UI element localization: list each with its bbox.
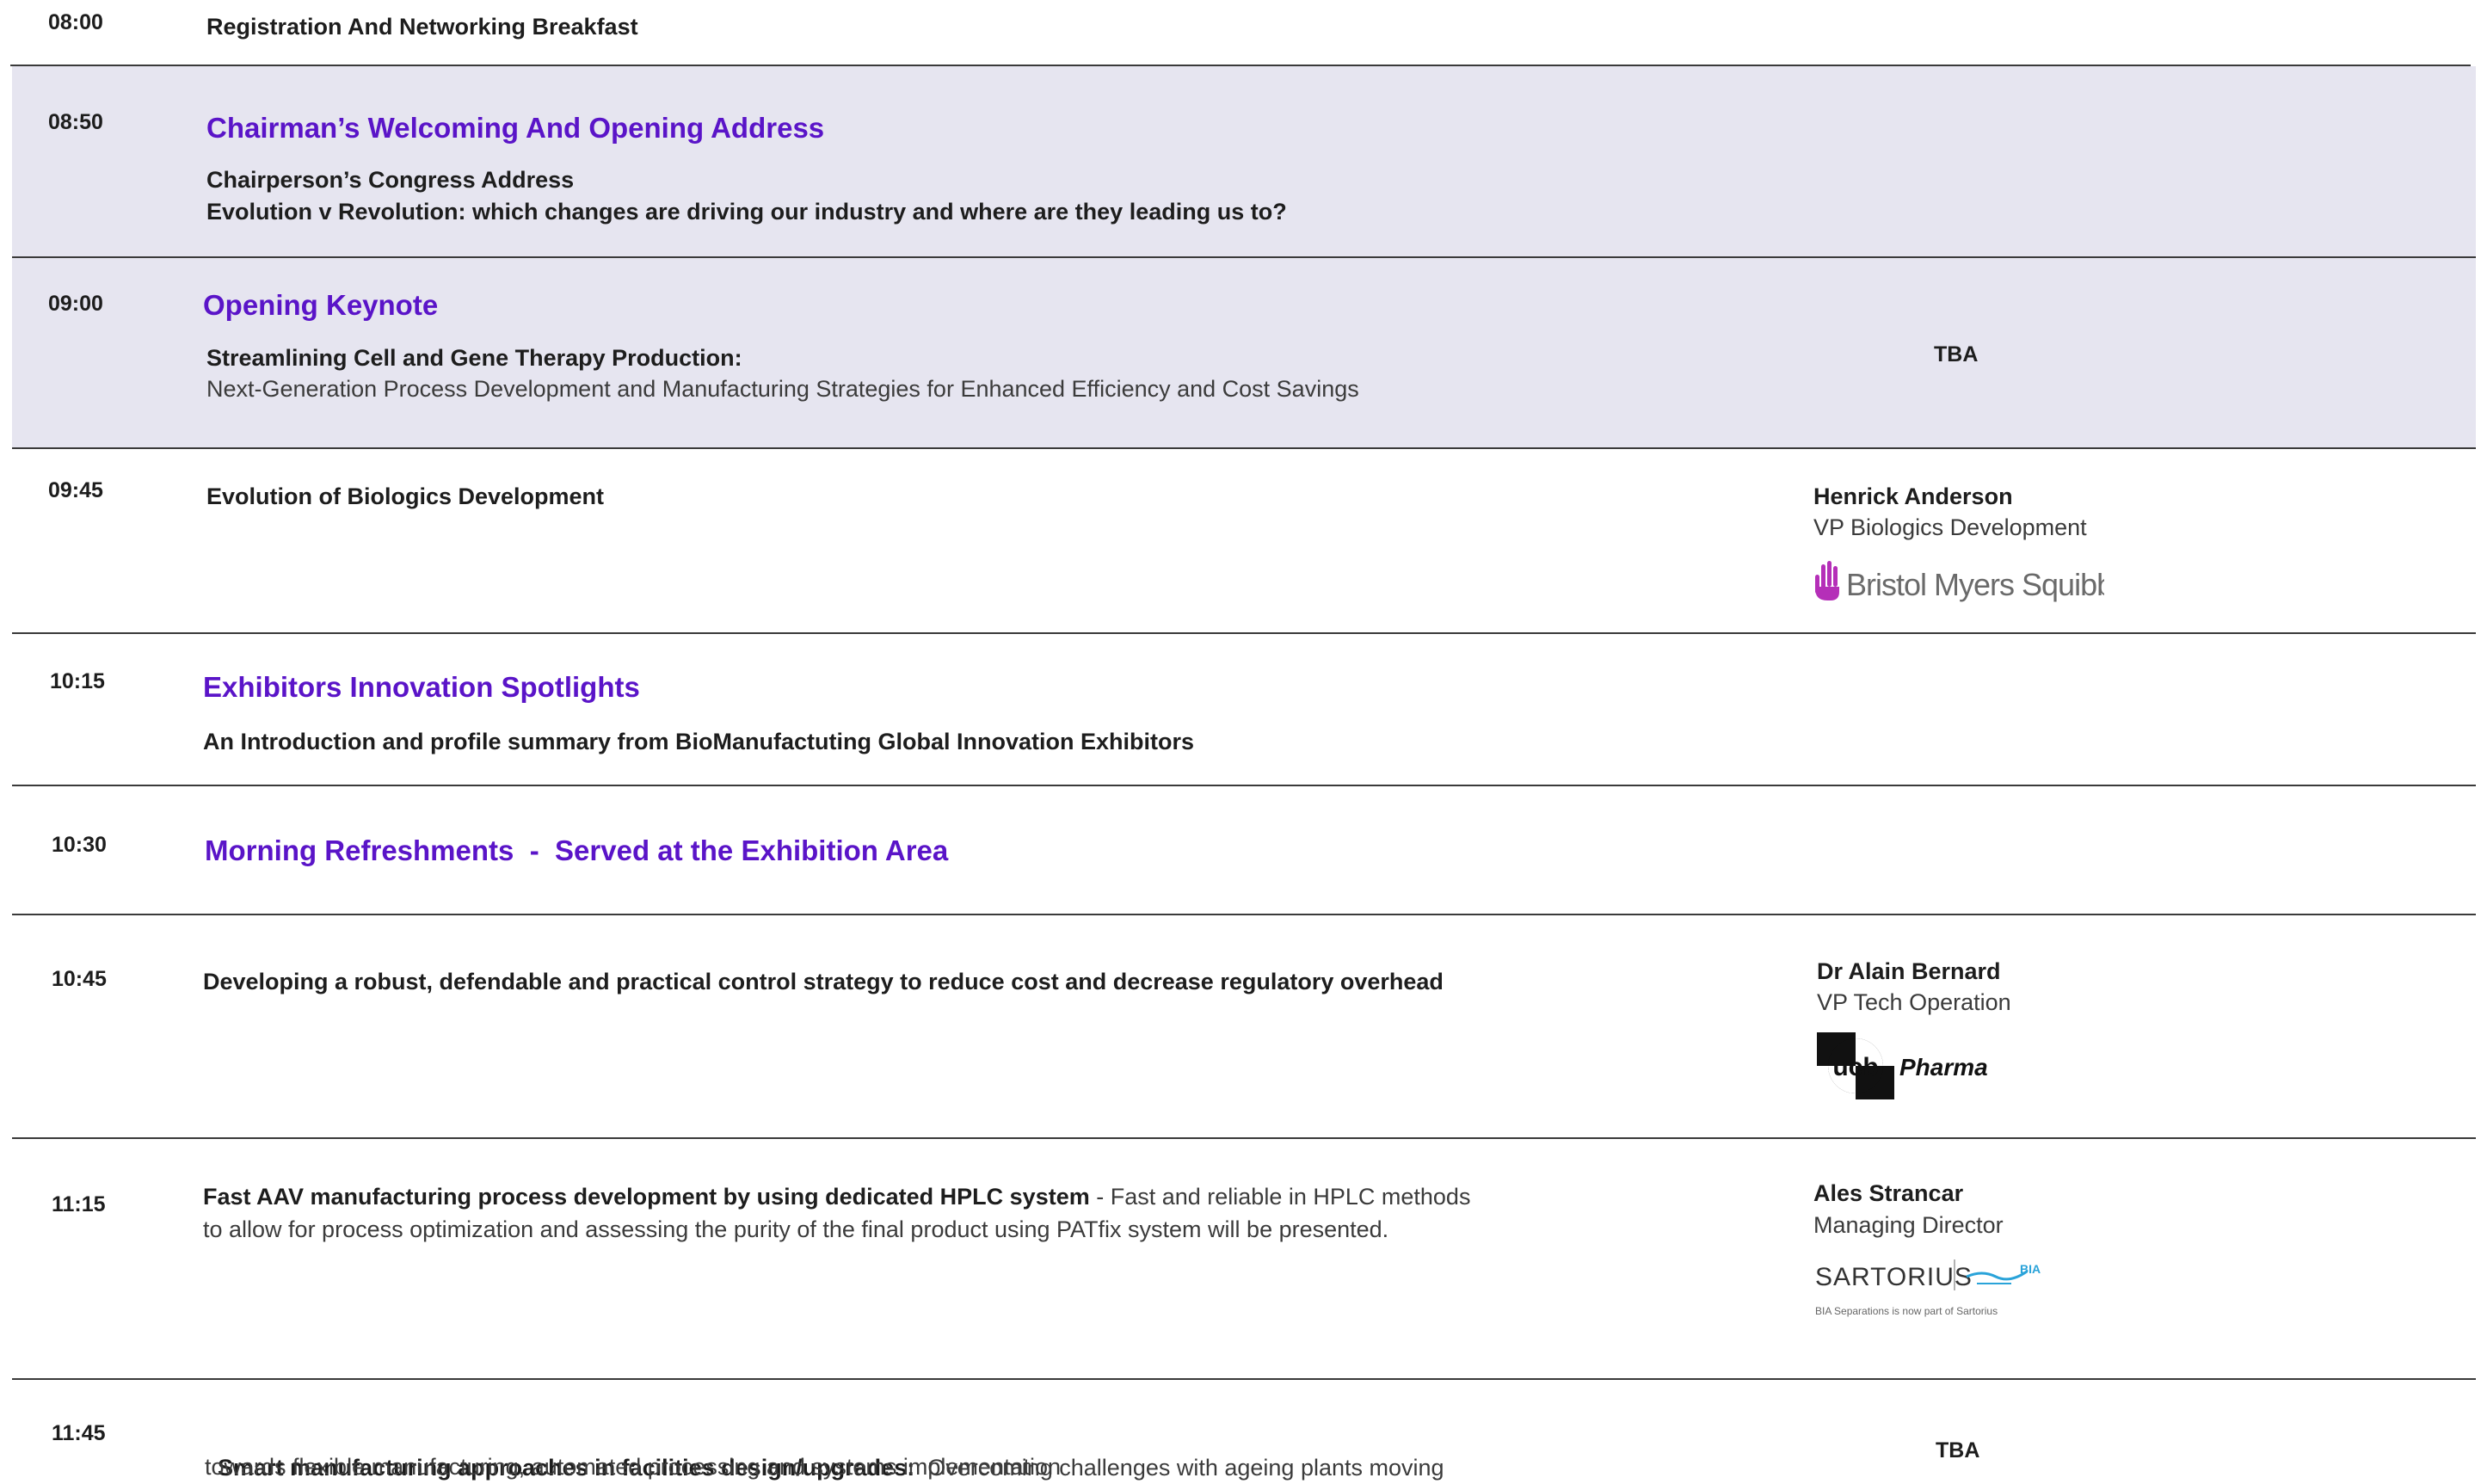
ucb-pharma-word: Pharma: [1899, 1054, 1988, 1081]
session-time: 09:00: [48, 292, 103, 316]
company-logo-sartorius: SARTORIUS BIA BIA Separations is now par…: [1813, 1256, 2089, 1325]
session-time: 11:45: [52, 1421, 106, 1445]
session-description: towards flexible manufacturing, automate…: [205, 1454, 1062, 1480]
session-title: Registration And Networking Breakfast: [206, 14, 638, 40]
session-title: Evolution of Biologics Development: [206, 483, 605, 509]
session-title: Fast AAV manufacturing process developme…: [203, 1180, 1470, 1213]
session-subtitle: Streamlining Cell and Gene Therapy Produ…: [206, 345, 742, 371]
session-description: to allow for process optimization and as…: [203, 1216, 1389, 1242]
divider: [12, 1378, 2476, 1380]
session-title-bold: Fast AAV manufacturing process developme…: [203, 1184, 1090, 1210]
session-heading: Exhibitors Innovation Spotlights: [203, 671, 640, 703]
session-time: 09:45: [48, 478, 103, 502]
company-logo-bms: Bristol Myers Squibb: [1812, 557, 2114, 606]
divider: [12, 1137, 2476, 1139]
sartorius-caption: BIA Separations is now part of Sartorius: [1815, 1305, 1998, 1317]
speaker-tba: TBA: [1934, 342, 1979, 366]
divider: [12, 785, 2476, 786]
session-time: 10:30: [52, 833, 107, 857]
session-subtitle: Chairperson’s Congress Address: [206, 167, 575, 193]
speaker-title: Managing Director: [1813, 1212, 2004, 1238]
speaker-tba: TBA: [1936, 1438, 1980, 1462]
session-description: Evolution v Revolution: which changes ar…: [206, 199, 1287, 225]
speaker-name: Ales Strancar: [1813, 1180, 1964, 1206]
session-time: 10:45: [52, 967, 107, 991]
speaker-title: VP Biologics Development: [1813, 514, 2087, 540]
session-time: 08:50: [48, 110, 103, 134]
speaker-name: Dr Alain Bernard: [1817, 958, 2001, 984]
bia-wave-icon: [1966, 1270, 2028, 1284]
session-title: Developing a robust, defendable and prac…: [203, 969, 1444, 994]
bms-hand-icon: [1815, 561, 1839, 600]
session-subtitle: An Introduction and profile summary from…: [203, 729, 1195, 754]
session-heading: Opening Keynote: [203, 289, 439, 321]
bia-wordmark: BIA: [2020, 1262, 2041, 1276]
session-block-shaded: [12, 66, 2476, 257]
session-description: Next-Generation Process Development and …: [206, 376, 1359, 402]
speaker-name: Henrick Anderson: [1813, 483, 2013, 509]
company-logo-ucb: ucb Pharma: [1817, 1031, 2023, 1101]
session-time: 08:00: [48, 10, 103, 34]
sartorius-wordmark: SARTORIUS: [1815, 1263, 1973, 1291]
session-time: 10:15: [50, 669, 105, 693]
session-heading: Morning Refreshments - Served at the Exh…: [205, 834, 949, 866]
divider: [12, 632, 2476, 634]
bms-wordmark: Bristol Myers Squibb: [1846, 567, 2104, 602]
divider: [12, 447, 2476, 449]
divider: [12, 914, 2476, 915]
session-time: 11:15: [52, 1192, 106, 1216]
speaker-title: VP Tech Operation: [1817, 989, 2011, 1015]
session-heading: Chairman’s Welcoming And Opening Address: [206, 112, 825, 144]
ucb-mark: ucb: [1832, 1053, 1878, 1081]
session-title-rest: - Fast and reliable in HPLC methods: [1089, 1184, 1471, 1210]
